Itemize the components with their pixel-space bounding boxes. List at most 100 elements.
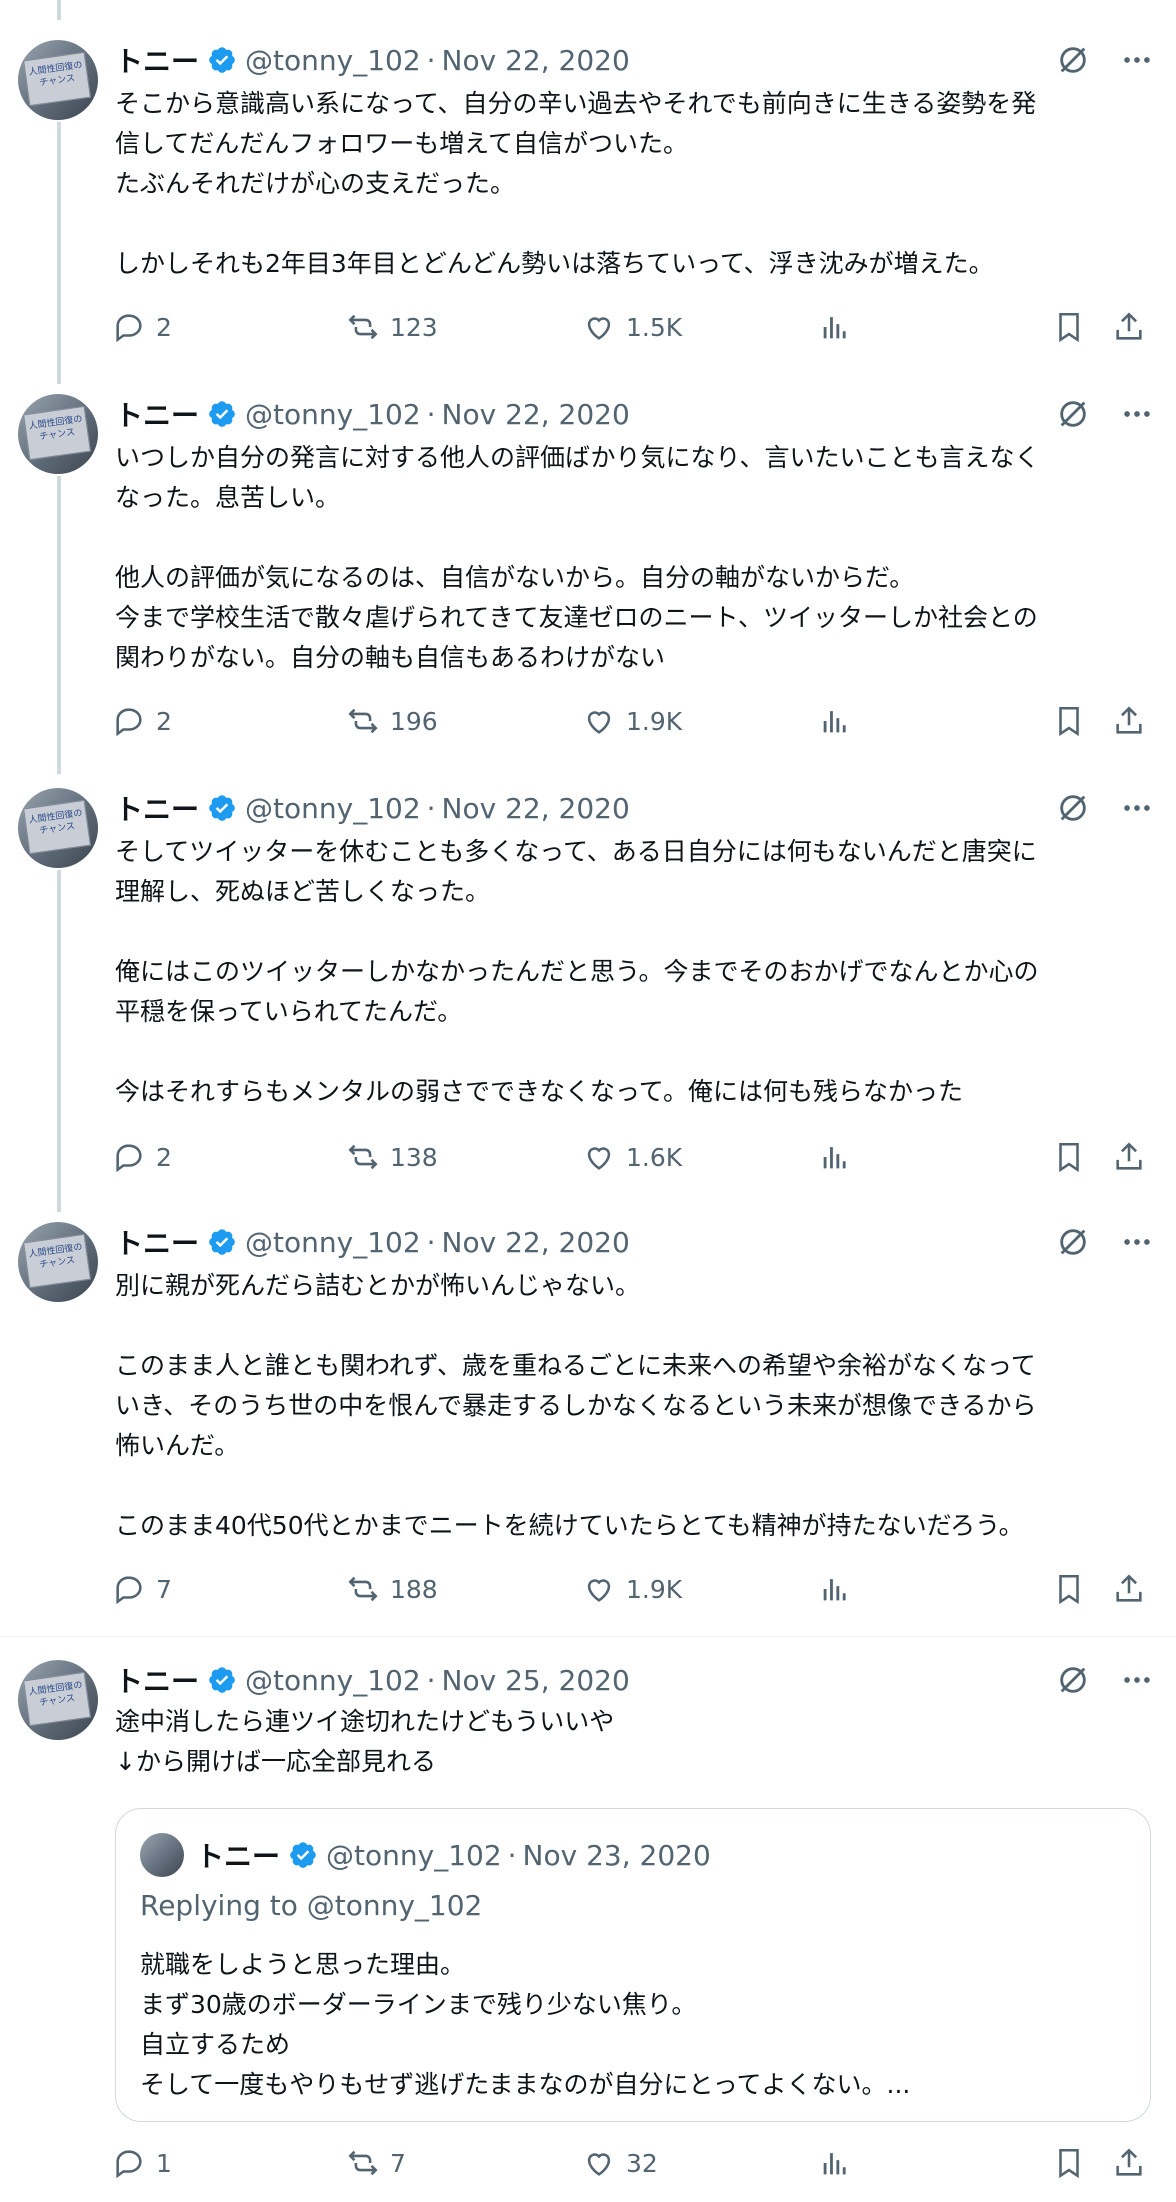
share-button[interactable] [1112,704,1156,738]
views-button[interactable] [818,1140,862,1174]
reply-button[interactable]: 2 [112,1140,172,1174]
retweet-button[interactable]: 188 [346,1572,438,1606]
like-count: 1.9K [626,1574,683,1604]
reply-button[interactable]: 2 [112,704,172,738]
tweet-date[interactable]: Nov 22, 2020 [442,44,630,77]
retweet-button[interactable]: 196 [346,704,438,738]
avatar[interactable]: 人間性回復のチャンス [18,1660,98,1740]
views-button[interactable] [818,310,862,344]
reply-icon [116,1144,142,1173]
tweet-text: 別に親が死んだら詰むとかが怖いんじゃない。 このまま人と誰とも関われず、歳を重ね… [115,1271,1037,1540]
tweet-text: 途中消したら連ツイ途切れたけどもういいや ↓から開けば一応全部見れる [115,1707,615,1776]
grok-icon[interactable] [1056,1663,1090,1697]
grok-icon[interactable] [1056,397,1090,431]
verified-badge-icon [209,795,235,821]
quoted-tweet-text: 就職をしようと思った理由。 まず30歳のボーダーラインまで残り少ない焦り。 自立… [140,1950,911,2099]
views-button[interactable] [818,704,862,738]
more-options-icon[interactable] [1120,1225,1154,1259]
like-button[interactable]: 32 [582,2146,658,2180]
tweet[interactable]: 人間性回復のチャンス トニー @tonny_102 · Nov 22, 2020… [0,1222,1176,1622]
quoted-tweet[interactable]: トニー @tonny_102 · Nov 23, 2020 Replying t… [115,1808,1151,2122]
author-name[interactable]: トニー [115,788,199,828]
reply-icon [116,708,142,737]
reply-button[interactable]: 7 [112,1572,172,1606]
retweet-count: 196 [390,706,438,736]
bookmark-button[interactable] [1052,2146,1096,2180]
retweet-button[interactable]: 123 [346,310,438,344]
author-handle[interactable]: @tonny_102 [245,792,421,825]
share-button[interactable] [1112,1572,1156,1606]
reply-icon [116,2150,142,2179]
tweet-date[interactable]: Nov 22, 2020 [442,792,630,825]
like-count: 1.9K [626,706,683,736]
like-button[interactable]: 1.5K [582,310,682,344]
author-name[interactable]: トニー [115,1222,199,1262]
tweet-date[interactable]: Nov 22, 2020 [442,1226,630,1259]
author-name[interactable]: トニー [115,40,199,80]
share-button[interactable] [1112,310,1156,344]
retweet-count: 188 [390,1574,438,1604]
author-name[interactable]: トニー [115,394,199,434]
author-handle[interactable]: @tonny_102 [245,398,421,431]
grok-icon[interactable] [1056,1225,1090,1259]
retweet-icon [348,314,378,340]
share-button[interactable] [1112,2146,1156,2180]
reply-button[interactable]: 1 [112,2146,172,2180]
bookmark-icon [1059,706,1079,737]
more-options-icon[interactable] [1120,397,1154,431]
retweet-icon [348,1144,378,1170]
quoted-avatar[interactable] [140,1833,184,1877]
bookmark-button[interactable] [1052,1572,1096,1606]
retweet-count: 7 [390,2148,406,2178]
retweet-icon [348,708,378,734]
more-options-icon[interactable] [1120,43,1154,77]
replying-to-label: Replying to @tonny_102 [140,1889,483,1922]
avatar[interactable]: 人間性回復のチャンス [18,394,98,474]
tweet-date[interactable]: Nov 25, 2020 [442,1664,630,1697]
avatar[interactable]: 人間性回復のチャンス [18,1222,98,1302]
tweet[interactable]: 人間性回復のチャンス トニー @tonny_102 · Nov 22, 2020… [0,0,1176,380]
reply-button[interactable]: 2 [112,310,172,344]
heart-icon [587,1579,611,1602]
like-count: 1.5K [626,312,683,342]
avatar-sign-text: 人間性回復のチャンス [28,414,84,443]
tweet-divider [0,1636,1176,1637]
tweet[interactable]: 人間性回復のチャンス トニー @tonny_102 · Nov 22, 2020… [0,788,1176,1208]
like-button[interactable]: 1.9K [582,704,682,738]
reply-count: 7 [156,1574,172,1604]
avatar[interactable]: 人間性回復のチャンス [18,40,98,120]
avatar-sign-text: 人間性回復のチャンス [28,1242,84,1271]
author-handle[interactable]: @tonny_102 [245,44,421,77]
tweet[interactable]: 人間性回復のチャンス トニー @tonny_102 · Nov 25, 2020… [0,1660,1176,2200]
tweet-date[interactable]: Nov 22, 2020 [442,398,630,431]
retweet-button[interactable]: 7 [346,2146,406,2180]
tweet-text: そしてツイッターを休むことも多くなって、ある日自分には何もないんだと唐突に 理解… [115,837,1039,1106]
separator-dot: · [426,43,436,77]
author-handle[interactable]: @tonny_102 [245,1226,421,1259]
author-name[interactable]: トニー [115,1660,199,1700]
reply-icon [116,1576,142,1605]
more-options-icon[interactable] [1120,791,1154,825]
avatar[interactable]: 人間性回復のチャンス [18,788,98,868]
retweet-button[interactable]: 138 [346,1140,438,1174]
reply-count: 2 [156,706,172,736]
tweet[interactable]: 人間性回復のチャンス トニー @tonny_102 · Nov 22, 2020… [0,394,1176,774]
like-count: 1.6K [626,1142,683,1172]
share-icon [1116,312,1142,340]
views-button[interactable] [818,1572,862,1606]
heart-icon [587,2153,611,2176]
like-button[interactable]: 1.6K [582,1140,682,1174]
bookmark-button[interactable] [1052,1140,1096,1174]
views-icon [823,317,846,339]
views-button[interactable] [818,2146,862,2180]
reply-count: 1 [156,2148,172,2178]
like-button[interactable]: 1.9K [582,1572,682,1606]
share-button[interactable] [1112,1140,1156,1174]
grok-icon[interactable] [1056,791,1090,825]
bookmark-button[interactable] [1052,704,1096,738]
author-handle[interactable]: @tonny_102 [245,1664,421,1697]
grok-icon[interactable] [1056,43,1090,77]
views-icon [823,1147,846,1169]
more-options-icon[interactable] [1120,1663,1154,1697]
bookmark-button[interactable] [1052,310,1096,344]
